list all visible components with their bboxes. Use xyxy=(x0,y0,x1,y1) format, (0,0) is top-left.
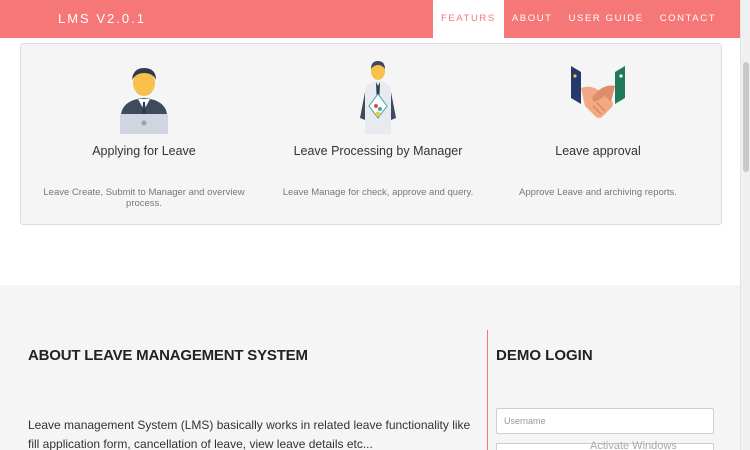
feature-description: Leave Manage for check, approve and quer… xyxy=(282,187,474,198)
scrollbar-thumb[interactable] xyxy=(743,62,749,172)
nav-item-featurs[interactable]: FEATURS xyxy=(433,0,504,38)
brand-logo[interactable]: LMS V2.0.1 xyxy=(58,11,146,26)
page-scrollbar[interactable] xyxy=(740,0,750,450)
feature-description: Approve Leave and archiving reports. xyxy=(519,187,677,198)
username-input[interactable] xyxy=(496,408,714,434)
feature-title: Leave Processing by Manager xyxy=(293,144,463,158)
feature-leave-approval: Leave approval Approve Leave and archivi… xyxy=(481,44,715,226)
activate-windows-watermark: Activate Windows xyxy=(590,440,677,450)
feature-title: Applying for Leave xyxy=(92,144,196,158)
feature-description: Leave Create, Submit to Manager and over… xyxy=(43,187,245,209)
feature-applying-for-leave: Applying for Leave Leave Create, Submit … xyxy=(27,44,261,226)
top-navbar: LMS V2.0.1 FEATURS ABOUT USER GUIDE CONT… xyxy=(0,0,740,38)
about-section: ABOUT LEAVE MANAGEMENT SYSTEM Leave mana… xyxy=(0,285,740,450)
manager-icon xyxy=(343,58,413,134)
about-title: ABOUT LEAVE MANAGEMENT SYSTEM xyxy=(28,347,308,364)
nav-menu: FEATURS ABOUT USER GUIDE CONTACT xyxy=(433,0,724,38)
handshake-icon xyxy=(563,58,633,134)
businessman-laptop-icon xyxy=(109,58,179,134)
nav-item-about[interactable]: ABOUT xyxy=(504,0,561,38)
features-panel: Applying for Leave Leave Create, Submit … xyxy=(20,43,722,225)
nav-item-user-guide[interactable]: USER GUIDE xyxy=(561,0,652,38)
nav-item-contact[interactable]: CONTACT xyxy=(652,0,724,38)
feature-leave-processing: Leave Processing by Manager Leave Manage… xyxy=(261,44,495,226)
section-divider xyxy=(487,330,488,450)
feature-title: Leave approval xyxy=(555,144,641,158)
demo-login-title: DEMO LOGIN xyxy=(496,347,593,364)
about-text: Leave management System (LMS) basically … xyxy=(28,418,471,450)
